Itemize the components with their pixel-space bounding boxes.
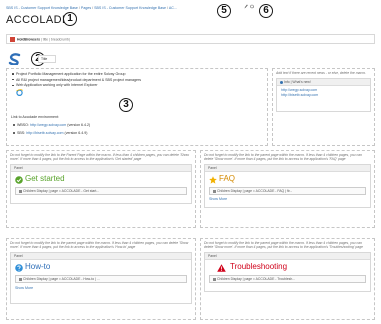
- annotation-badge-6: 6: [259, 4, 273, 18]
- edit-icon[interactable]: [244, 4, 248, 9]
- env-version: (version 6.4.9): [64, 131, 88, 135]
- title-block[interactable]: Title: [38, 55, 56, 63]
- env-name: WBSO:: [17, 123, 29, 127]
- children-icon: [19, 277, 22, 281]
- children-icon: [19, 189, 22, 193]
- description-list: Project Portfolio Management application…: [11, 72, 263, 88]
- env-name: SBS:: [17, 131, 26, 135]
- section-note: Do not forget to modify the link to the …: [10, 241, 189, 250]
- section-title: Get started: [25, 173, 65, 183]
- list-item: All R&I project management/idea/product …: [11, 78, 263, 82]
- panel-header: Panel: [205, 164, 370, 172]
- header-macro-label: HoldBrowsers: [17, 37, 40, 42]
- children-display-macro[interactable]: Children Display | page = ACCOLADE - Tro…: [209, 274, 366, 283]
- panel-header: Panel: [11, 252, 191, 260]
- troubleshooting-panel[interactable]: Panel Troubleshooting Children Display |…: [204, 251, 371, 292]
- children-icon: [213, 277, 216, 281]
- show-more-link[interactable]: Show More: [11, 283, 191, 293]
- breadcrumb-item[interactable]: SBS IS - Customer Support Knowledge Base: [94, 6, 166, 10]
- page-title: ACCOLADE: [6, 14, 70, 26]
- env-link[interactable]: http://bisetb.solvay.com: [26, 131, 63, 135]
- internet-explorer-icon: [16, 89, 23, 96]
- star-icon: [209, 176, 217, 184]
- section-title: FAQ: [219, 173, 236, 183]
- info-note: Add text if there are recent news - or e…: [276, 71, 367, 75]
- share-icon[interactable]: [250, 4, 254, 9]
- info-macro-header: Info | What's new!: [277, 79, 370, 87]
- section-title: Troubleshooting: [230, 261, 288, 271]
- show-more-link[interactable]: Show More: [205, 195, 370, 203]
- section-note: Do not forget to modify the link to the …: [204, 153, 362, 162]
- question-circle-icon: [15, 264, 23, 272]
- list-item: Project Portfolio Management application…: [11, 72, 263, 76]
- panel-header: Panel: [205, 252, 370, 260]
- info-icon: [280, 81, 283, 85]
- annotation-badge-1: 1: [63, 12, 77, 26]
- faq-section: Do not forget to modify the link to the …: [200, 150, 375, 228]
- children-display-text: Children Display | page = ACCOLADE - Tro…: [217, 276, 296, 281]
- children-display-text: Children Display | page = ACCOLADE - Get…: [23, 188, 100, 193]
- troubleshooting-section: Do not forget to modify the link to the …: [200, 238, 375, 320]
- children-display-macro[interactable]: Children Display | page = ACCOLADE - How…: [15, 274, 187, 283]
- macro-icon: [10, 37, 15, 42]
- children-display-macro[interactable]: Children Display | page = ACCOLADE - FAQ…: [209, 186, 366, 195]
- env-version: (version 6.4.2): [67, 123, 91, 127]
- env-link-row: WBSO: http://wegp.solvay.com (version 6.…: [13, 123, 90, 127]
- annotation-badge-5: 5: [217, 4, 231, 18]
- title-block-text: Title: [41, 57, 48, 61]
- get-started-section: Do not forget to modify the link to the …: [6, 150, 196, 228]
- breadcrumb: SBS IS - Customer Support Knowledge Base…: [6, 6, 177, 10]
- header-macro-text: | title | breadcrumb|: [40, 37, 70, 42]
- faq-panel[interactable]: Panel FAQ Children Display | page = ACCO…: [204, 163, 371, 208]
- bullet-dot: [13, 124, 15, 127]
- info-macro[interactable]: Info | What's new! http://wegp.solvay.co…: [276, 78, 371, 113]
- children-icon: [213, 189, 216, 193]
- breadcrumb-item[interactable]: AC...: [169, 6, 177, 10]
- breadcrumb-item[interactable]: SBS IS - Customer Support Knowledge Base: [6, 6, 78, 10]
- children-display-text: Children Display | page = ACCOLADE - How…: [23, 276, 100, 281]
- env-link-row: SBS: http://bisetb.solvay.com (version 6…: [13, 131, 87, 135]
- info-link[interactable]: http://bisetb.solvay.com: [281, 93, 366, 97]
- info-macro-title: Info | What's new!: [284, 80, 311, 85]
- how-to-section: Do not forget to modify the link to the …: [6, 238, 196, 320]
- section-title: How-to: [25, 261, 51, 271]
- list-item: Web Application working only with Intern…: [11, 83, 263, 87]
- link-intro: Link to Accolade environment:: [11, 115, 59, 119]
- info-section: Add text if there are recent news - or e…: [272, 68, 375, 146]
- app-logo-icon: [8, 53, 22, 66]
- bullet-dot: [13, 132, 15, 135]
- env-link[interactable]: http://wegp.solvay.com: [30, 123, 66, 127]
- header-macro[interactable]: HoldBrowsers | title | breadcrumb|: [6, 34, 375, 44]
- how-to-panel[interactable]: Panel How-to Children Display | page = A…: [10, 251, 192, 304]
- panel-header: Panel: [11, 164, 191, 172]
- breadcrumb-item[interactable]: Pages: [81, 6, 91, 10]
- section-note: Do not forget to modify the link to the …: [204, 241, 363, 250]
- children-display-text: Children Display | page = ACCOLADE - FAQ…: [217, 188, 293, 193]
- warning-icon: [217, 264, 226, 272]
- get-started-panel[interactable]: Panel Get started Children Display | pag…: [10, 163, 192, 204]
- section-note: Do not forget to modify the link to the …: [10, 153, 189, 162]
- check-circle-icon: [15, 176, 23, 184]
- description-section: Project Portfolio Management application…: [6, 68, 268, 146]
- children-display-macro[interactable]: Children Display | page = ACCOLADE - Get…: [15, 186, 187, 195]
